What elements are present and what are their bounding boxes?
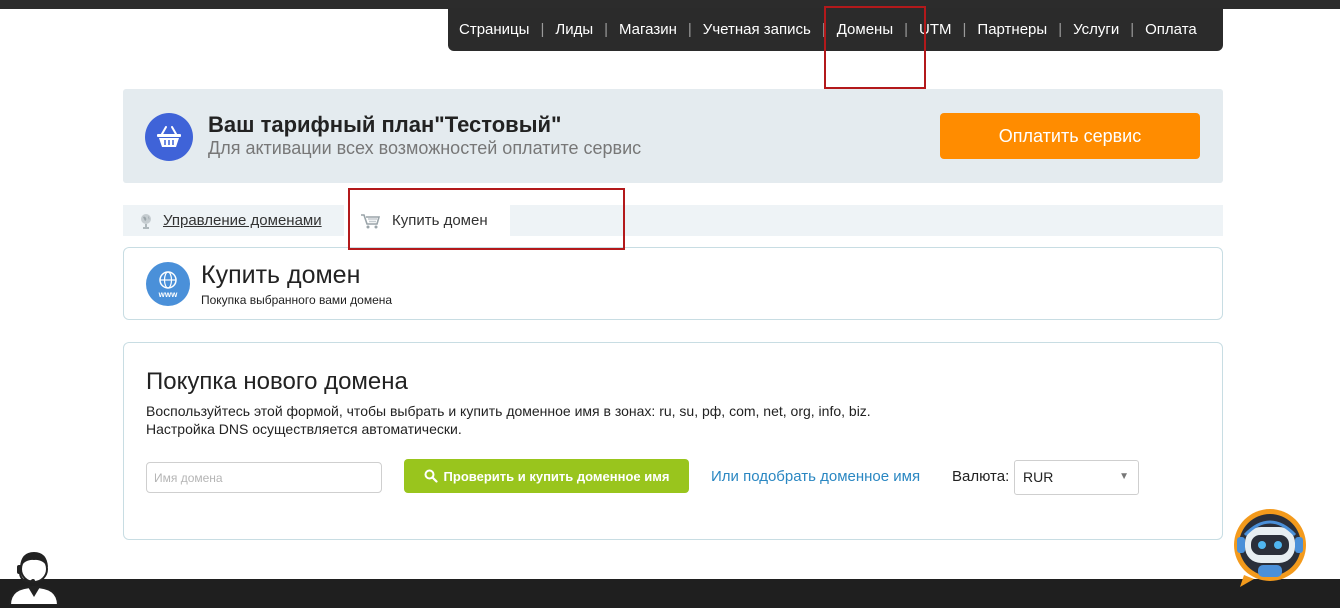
www-globe-icon: www <box>146 262 190 306</box>
nav-item-payment[interactable]: Оплата <box>1145 21 1197 38</box>
plan-title: Ваш тарифный план"Тестовый" <box>208 112 562 137</box>
highlight-frame-domains <box>824 6 926 89</box>
support-operator-icon[interactable] <box>6 547 62 606</box>
new-domain-form: Покупка нового домена Воспользуйтесь это… <box>123 342 1223 540</box>
pick-domain-link[interactable]: Или подобрать доменное имя <box>711 468 920 485</box>
domain-tabs: Управление доменами Купить домен <box>123 205 1223 236</box>
nav-item-leads[interactable]: Лиды <box>555 21 593 38</box>
basket-icon <box>145 113 193 161</box>
page-title: Купить домен <box>201 261 361 289</box>
nav-separator: | <box>604 21 609 38</box>
nav-separator: | <box>1058 21 1063 38</box>
highlight-frame-buy-tab <box>348 188 625 250</box>
form-description: Воспользуйтесь этой формой, чтобы выбрат… <box>146 402 871 438</box>
nav-item-services[interactable]: Услуги <box>1073 21 1119 38</box>
domain-name-input[interactable] <box>146 462 382 493</box>
form-title: Покупка нового домена <box>146 368 408 395</box>
chatbot-assistant-icon[interactable] <box>1228 505 1312 589</box>
nav-item-account[interactable]: Учетная запись <box>703 21 811 38</box>
plan-subtitle: Для активации всех возможностей оплатите… <box>208 138 642 158</box>
check-button-label: Проверить и купить доменное имя <box>443 468 670 484</box>
form-description-line: Настройка DNS осуществляется автоматичес… <box>146 421 462 437</box>
nav-separator: | <box>1130 21 1135 38</box>
nav-item-shop[interactable]: Магазин <box>619 21 677 38</box>
nav-separator: | <box>540 21 545 38</box>
tab-manage-domains[interactable]: Управление доменами <box>139 205 322 236</box>
globe-icon <box>141 213 151 229</box>
search-icon <box>424 469 438 483</box>
pay-service-button[interactable]: Оплатить сервис <box>940 113 1200 159</box>
chevron-down-icon: ▼ <box>1119 471 1129 482</box>
currency-select[interactable]: RUR ▼ <box>1014 460 1139 495</box>
nav-item-pages[interactable]: Страницы <box>459 21 529 38</box>
page-subtitle: Покупка выбранного вами домена <box>201 293 393 307</box>
form-description-line: Воспользуйтесь этой формой, чтобы выбрат… <box>146 403 871 419</box>
nav-item-partners[interactable]: Партнеры <box>977 21 1047 38</box>
check-buy-domain-button[interactable]: Проверить и купить доменное имя <box>404 459 689 493</box>
footer-bar <box>0 579 1340 608</box>
buy-domain-header: www Купить домен Покупка выбранного вами… <box>123 247 1223 320</box>
currency-label: Валюта: <box>952 468 1010 485</box>
tab-manage-label: Управление доменами <box>163 212 322 229</box>
nav-separator: | <box>687 21 692 38</box>
tariff-plan-banner: Ваш тарифный план"Тестовый" Для активаци… <box>123 89 1223 183</box>
www-icon-text: www <box>158 290 178 299</box>
currency-value: RUR <box>1023 469 1054 485</box>
nav-separator: | <box>962 21 967 38</box>
